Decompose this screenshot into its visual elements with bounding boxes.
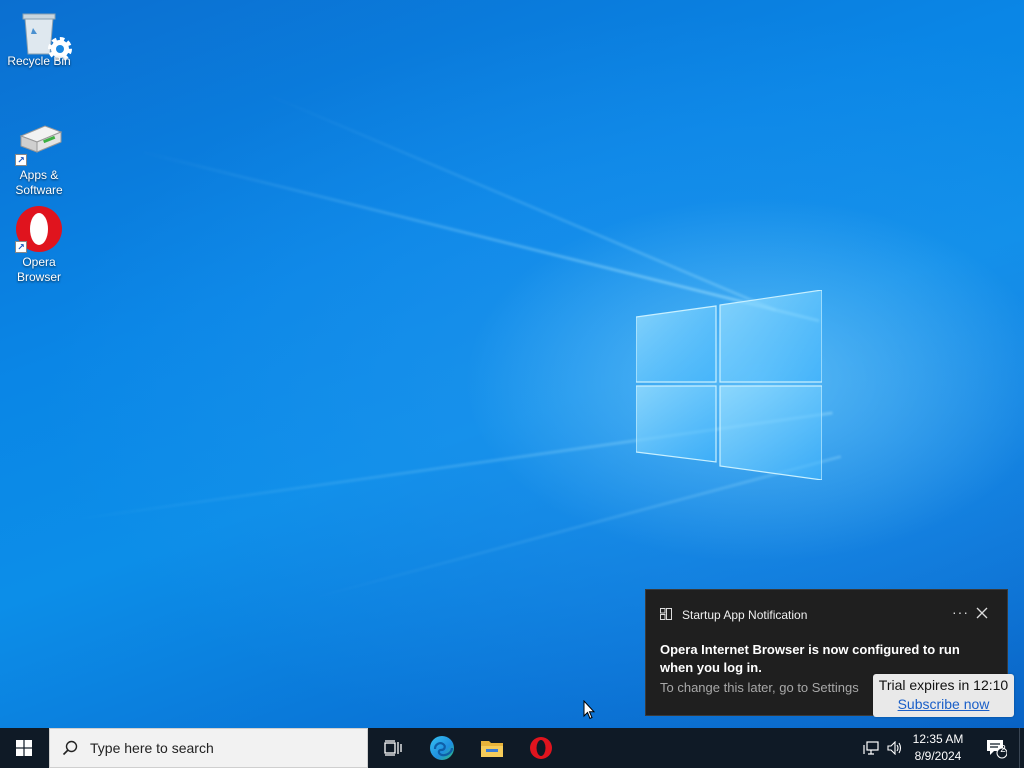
shortcut-arrow-icon: ↗ — [15, 241, 27, 253]
show-desktop-button[interactable] — [1019, 728, 1024, 768]
notification-title: Startup App Notification — [682, 608, 808, 622]
windows-start-icon — [16, 740, 32, 756]
taskbar: Type here to search 12:35 AM 8/9/2024 2 — [0, 728, 1024, 768]
edge-icon — [430, 736, 454, 760]
edge-button[interactable] — [418, 728, 466, 768]
search-icon — [62, 740, 78, 756]
search-placeholder: Type here to search — [90, 740, 214, 756]
trial-text: Trial expires in 12:10 — [878, 677, 1009, 693]
desktop-icon-opera[interactable]: ↗ Opera Browser — [2, 205, 76, 285]
desktop-icon-label: Recycle Bin — [7, 54, 71, 68]
action-center-button[interactable]: 2 — [976, 728, 1016, 768]
volume-icon — [887, 741, 902, 755]
desktop-icon-apps-software[interactable]: ↗ Apps & Software — [2, 118, 76, 198]
notification-count-badge: 2 — [1000, 744, 1006, 755]
task-view-button[interactable] — [370, 728, 416, 768]
notification-header: Startup App Notification — [660, 608, 807, 622]
opera-icon — [530, 737, 552, 759]
file-explorer-button[interactable] — [468, 728, 516, 768]
clock-date: 8/9/2024 — [914, 749, 962, 763]
file-explorer-icon — [481, 741, 503, 757]
subscribe-link[interactable]: Subscribe now — [898, 696, 990, 712]
desktop: Recycle Bin ↗ Apps & Software ↗ Opera Br… — [0, 0, 1024, 728]
notification-subtext: To change this later, go to Settings — [660, 680, 859, 695]
shortcut-arrow-icon: ↗ — [15, 154, 27, 166]
desktop-icon-recycle-bin[interactable]: Recycle Bin — [2, 8, 76, 73]
search-input[interactable]: Type here to search — [49, 728, 368, 768]
desktop-icon-label: Apps & Software — [15, 168, 63, 197]
task-view-icon — [384, 740, 402, 756]
notification-message: Opera Internet Browser is now configured… — [660, 642, 960, 675]
network-tray-button[interactable] — [860, 728, 882, 768]
windows-logo — [636, 290, 822, 480]
clock-time: 12:35 AM — [912, 732, 964, 746]
more-options-button[interactable]: ··· — [952, 604, 969, 620]
mouse-cursor-icon — [583, 700, 595, 720]
opera-taskbar-button[interactable] — [518, 728, 564, 768]
taskbar-clock[interactable]: 12:35 AM 8/9/2024 — [906, 731, 970, 765]
desktop-icon-label: Opera Browser — [16, 255, 61, 284]
start-button[interactable] — [0, 728, 48, 768]
settings-app-icon — [660, 608, 672, 620]
trial-banner: Trial expires in 12:10 Subscribe now — [873, 674, 1014, 717]
volume-tray-button[interactable] — [884, 728, 906, 768]
close-icon[interactable] — [974, 605, 990, 621]
network-icon — [863, 741, 879, 755]
